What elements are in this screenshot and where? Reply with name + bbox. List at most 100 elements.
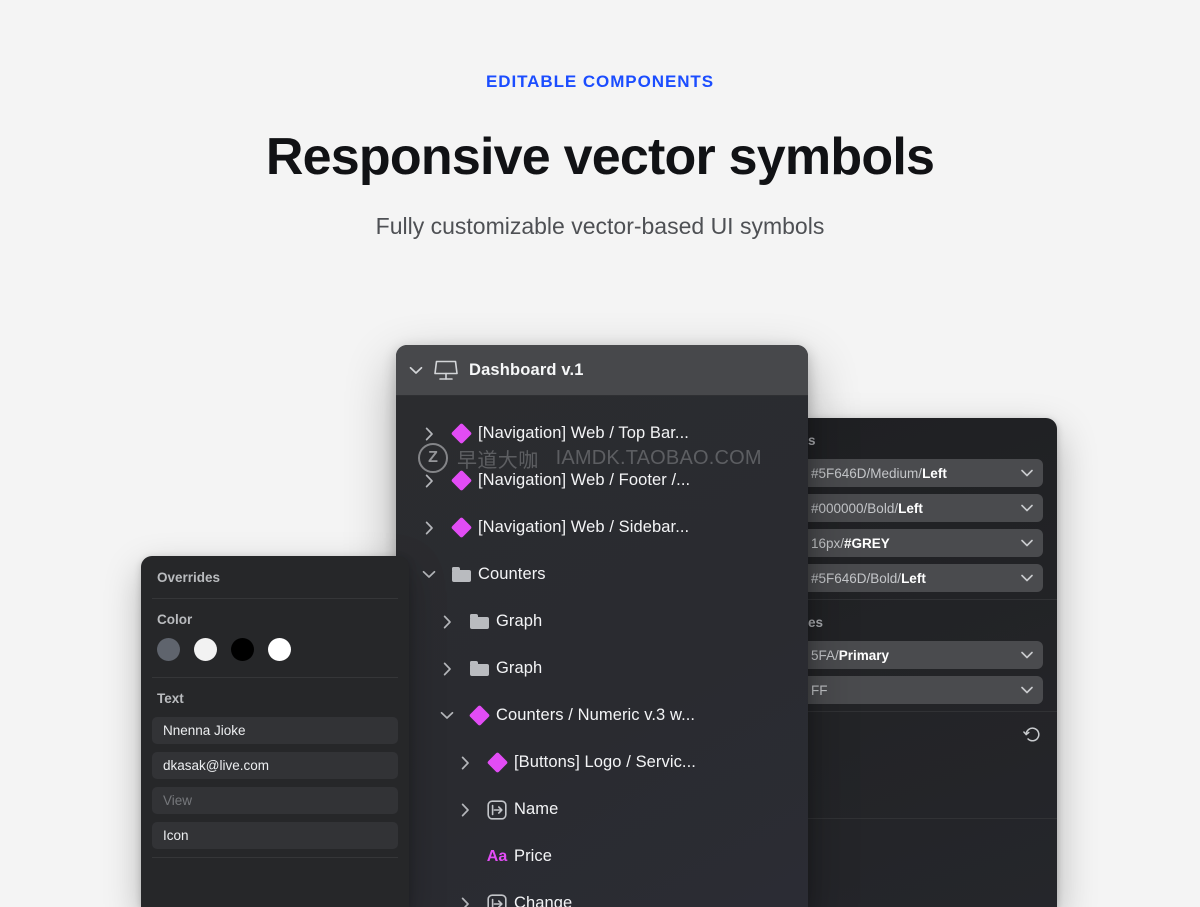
inspector-blank-row [808,756,1057,818]
text-style-select-4-value: Left [901,570,926,586]
layer-label: Price [514,847,553,865]
color-swatch-black[interactable] [231,638,254,661]
layer-label: Counters / Numeric v.3 w... [496,706,696,724]
layer-row-buttons-logo[interactable]: [Buttons] Logo / Servic... [396,739,808,786]
inspector-reset-row [808,712,1057,756]
layer-row-graph-1[interactable]: Graph [396,598,808,645]
chevron-right-icon[interactable] [450,897,480,907]
chevron-down-icon[interactable] [414,570,444,579]
layer-row-counters-numeric[interactable]: Counters / Numeric v.3 w... [396,692,808,739]
layer-tree: [Navigation] Web / Top Bar... [Navigatio… [396,396,808,907]
layer-label: [Navigation] Web / Sidebar... [478,518,690,536]
color-swatch-slate-gray[interactable] [157,638,180,661]
folder-icon [462,614,496,629]
layer-style-select-2[interactable]: FF [808,676,1043,704]
chevron-down-icon [1021,641,1033,669]
overrides-panel: Overrides Color Text Nnenna Jioke dkasak… [141,556,409,907]
text-style-select-1[interactable]: #5F646D/Medium/Left [808,459,1043,487]
overrides-panel-title: Overrides [157,570,221,585]
text-style-select-2[interactable]: #000000/Bold/Left [808,494,1043,522]
chevron-right-icon[interactable] [450,803,480,817]
chevron-down-icon [1021,529,1033,557]
text-override-fields: Nnenna Jioke dkasak@live.com View Icon [141,715,409,849]
chevron-right-icon[interactable] [450,756,480,770]
layer-label: Graph [496,659,543,677]
text-override-email-input[interactable]: dkasak@live.com [152,752,398,779]
inspector-panel: s #5F646D/Medium/Left #000000/Bold/Left … [808,418,1057,907]
text-style-select-1-value: Left [922,465,947,481]
layer-row-navigation-sidebar[interactable]: [Navigation] Web / Sidebar... [396,504,808,551]
chevron-down-icon [1021,564,1033,592]
text-style-select-3-value: #GREY [844,535,890,551]
inspector-section-one-label: s [808,433,816,448]
symbol-diamond-icon [444,516,478,539]
text-section-label: Text [157,691,184,706]
layer-style-select-1-prefix: 5FA/ [811,647,839,663]
text-style-select-3[interactable]: 16px/#GREY [808,529,1043,557]
chevron-down-icon [1021,676,1033,704]
layer-label: Graph [496,612,543,630]
layer-row-counters-group[interactable]: Counters [396,551,808,598]
layer-label: Name [514,800,559,818]
symbol-diamond-icon [462,704,496,727]
layer-label: [Buttons] Logo / Servic... [514,753,696,771]
layer-label: [Navigation] Web / Top Bar... [478,424,689,442]
text-override-view-input[interactable]: View [152,787,398,814]
hero-subtitle: Fully customizable vector-based UI symbo… [375,212,825,239]
inspector-section-two-label: es [808,615,824,630]
inspector-section-text-styles: s #5F646D/Medium/Left #000000/Bold/Left … [808,418,1057,592]
layer-row-change[interactable]: Change [396,880,808,907]
hero-section: EDITABLE COMPONENTS Responsive vector sy… [0,0,1200,241]
reset-icon[interactable] [1022,724,1043,745]
inspector-blank-row-2 [808,819,1057,881]
text-style-select-1-prefix: #5F646D/Medium/ [811,465,923,481]
chevron-right-icon[interactable] [414,474,444,488]
text-style-select-2-value: Left [898,500,923,516]
chevron-right-icon[interactable] [414,521,444,535]
layers-panel-header[interactable]: Dashboard v.1 [396,345,808,396]
layer-row-price[interactable]: Aa Price [396,833,808,880]
layer-row-graph-2[interactable]: Graph [396,645,808,692]
layer-style-select-1[interactable]: 5FA/Primary [808,641,1043,669]
color-swatch-off-white[interactable] [194,638,217,661]
symbol-diamond-icon [480,751,514,774]
text-style-select-2-prefix: #000000/Bold/ [811,500,899,516]
chevron-right-icon[interactable] [414,427,444,441]
text-style-select-4-prefix: #5F646D/Bold/ [811,570,902,586]
artboard-title: Dashboard v.1 [469,360,584,379]
chevron-right-icon[interactable] [432,615,462,629]
chevron-down-icon [1021,494,1033,522]
chevron-down-icon[interactable] [409,366,423,375]
inspector-section-layer-styles: es 5FA/Primary FF [808,600,1057,704]
layer-style-select-2-prefix: FF [811,682,828,698]
hero-eyebrow: EDITABLE COMPONENTS [485,72,715,91]
layer-label: [Navigation] Web / Footer /... [478,471,691,489]
text-layer-icon: Aa [486,847,508,865]
text-override-name-input[interactable]: Nnenna Jioke [152,717,398,744]
overrides-divider-3 [152,857,398,858]
layers-panel: Dashboard v.1 [Navigation] Web / Top Bar… [396,345,808,907]
artboard-icon [433,359,459,381]
symbol-diamond-icon [444,422,478,445]
layer-row-name[interactable]: Name [396,786,808,833]
layer-row-navigation-footer[interactable]: [Navigation] Web / Footer /... [396,457,808,504]
color-section-label: Color [157,612,193,627]
folder-icon [444,567,478,582]
symbol-diamond-icon [444,469,478,492]
color-swatch-row [141,636,409,677]
chevron-down-icon[interactable] [432,711,462,720]
text-override-icon-input[interactable]: Icon [152,822,398,849]
symbol-instance-icon [480,799,514,820]
page-title: Responsive vector symbols [265,128,935,187]
layer-row-navigation-top-bar[interactable]: [Navigation] Web / Top Bar... [396,410,808,457]
layer-label: Change [514,894,573,907]
text-style-select-3-prefix: 16px/ [811,535,845,551]
chevron-down-icon [1021,459,1033,487]
layer-style-select-1-value: Primary [838,647,890,663]
symbol-instance-icon [480,893,514,907]
layer-label: Counters [478,565,546,583]
color-swatch-white[interactable] [268,638,291,661]
folder-icon [462,661,496,676]
text-style-select-4[interactable]: #5F646D/Bold/Left [808,564,1043,592]
chevron-right-icon[interactable] [432,662,462,676]
